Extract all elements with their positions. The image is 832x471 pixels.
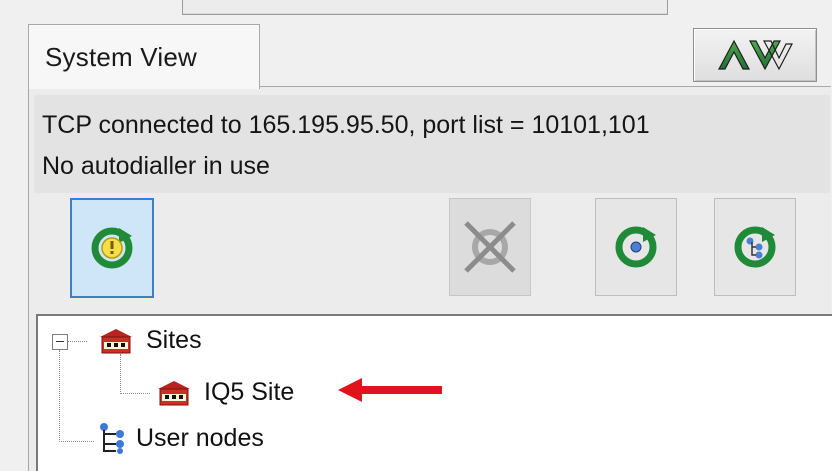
connection-status-line: TCP connected to 165.195.95.50, port lis…	[42, 111, 650, 139]
tree-item-label: Sites	[146, 326, 202, 354]
user-nodes-icon	[100, 423, 124, 454]
connection-status-area: TCP connected to 165.195.95.50, port lis…	[34, 95, 830, 193]
collapse-toggle[interactable]	[52, 334, 68, 350]
av-logo-button[interactable]	[693, 28, 817, 82]
disconnect-button[interactable]	[449, 198, 531, 296]
site-icon	[158, 381, 190, 406]
tab-system-view-label: System View	[45, 42, 197, 72]
tree-item-label: IQ5 Site	[204, 378, 295, 406]
refresh-node-button[interactable]	[595, 198, 677, 296]
sites-icon	[100, 329, 132, 354]
system-view-window: System View TCP connected to 165.195.95.…	[0, 0, 832, 471]
top-control[interactable]	[182, 0, 668, 15]
av-logo-icon	[717, 39, 793, 71]
refresh-node-icon	[615, 226, 657, 268]
refresh-tree-icon	[734, 226, 776, 268]
refresh-alert-icon	[91, 227, 133, 269]
tree-item-label: User nodes	[136, 424, 264, 452]
autodialler-status-line: No autodialler in use	[42, 152, 270, 180]
tab-system-view[interactable]: System View	[28, 24, 260, 89]
refresh-alert-button[interactable]	[70, 198, 154, 298]
disconnect-icon	[464, 221, 516, 273]
refresh-tree-button[interactable]	[714, 198, 796, 296]
annotation-arrow-icon	[338, 378, 442, 402]
